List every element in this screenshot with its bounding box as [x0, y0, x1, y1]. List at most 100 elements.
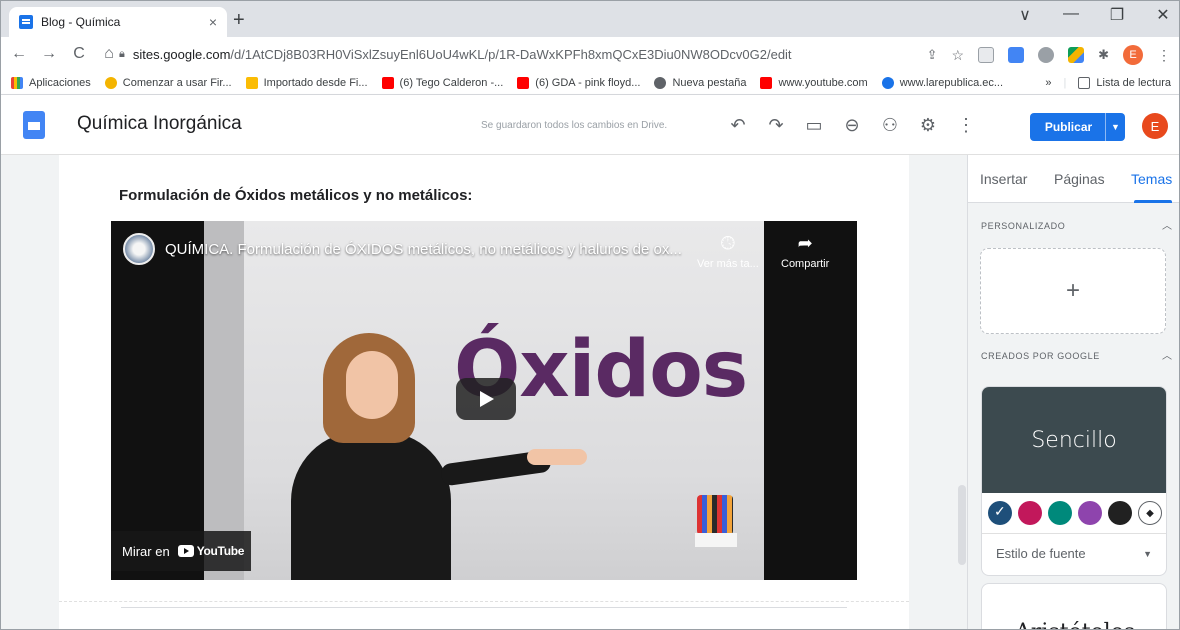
publish-dropdown-icon[interactable]: ▼: [1105, 113, 1125, 141]
window-controls: ∨ — ❐ ✕: [1015, 5, 1173, 25]
youtube-icon: [381, 76, 394, 89]
tab-close-icon[interactable]: ×: [209, 14, 217, 30]
share-label: Compartir: [781, 258, 830, 270]
extensions-puzzle-icon[interactable]: ✱: [1098, 47, 1109, 63]
home-icon[interactable]: ⌂: [97, 45, 121, 63]
extension-gray-icon[interactable]: [1038, 47, 1055, 63]
section-google-label: CREADOS POR GOOGLE: [981, 351, 1100, 361]
browser-menu-icon[interactable]: ⋮: [1157, 47, 1171, 64]
share-video-button[interactable]: ➦ Compartir: [781, 233, 829, 270]
browser-window: Blog - Química × + ∨ — ❐ ✕ ← → C ⌂ 🔒︎ si…: [0, 0, 1180, 630]
bookmark-larepublica[interactable]: www.larepublica.ec...: [881, 76, 1003, 89]
tab-search-icon[interactable]: ∨: [1015, 5, 1035, 25]
url-path: /d/1AtCDj8B03RH0ViSxlZsuyEnl6UoU4wKL/p/1…: [230, 46, 792, 62]
back-icon[interactable]: ←: [7, 45, 31, 63]
collapse-google-icon[interactable]: ︿: [1162, 347, 1172, 362]
site-icon: [881, 76, 894, 89]
restore-button[interactable]: ❐: [1107, 5, 1127, 25]
new-tab-button[interactable]: +: [233, 9, 245, 32]
section-custom-label: PERSONALIZADO: [981, 221, 1066, 231]
firebase-icon: [104, 76, 117, 89]
swatch-purple[interactable]: [1078, 501, 1102, 525]
bookmark-youtube[interactable]: www.youtube.com: [760, 76, 868, 89]
horizontal-line: [121, 607, 847, 608]
settings-icon[interactable]: ⚙: [909, 111, 947, 139]
editor-canvas: Formulación de Óxidos metálicos y no met…: [1, 155, 967, 629]
tab-title: Blog - Química: [41, 15, 121, 29]
profile-avatar[interactable]: E: [1123, 45, 1143, 65]
save-status: Se guardaron todos los cambios en Drive.: [481, 120, 668, 131]
extension-doc-icon[interactable]: [978, 47, 995, 63]
bookmark-imported[interactable]: Importado desde Fi...: [245, 76, 368, 89]
drive-icon[interactable]: [1068, 47, 1085, 63]
clock-icon: 🕓︎: [720, 233, 735, 253]
minimize-button[interactable]: —: [1061, 5, 1081, 25]
extension-blue-icon[interactable]: [1008, 47, 1025, 63]
watch-on-label: Mirar en: [122, 543, 170, 559]
markers: [697, 495, 733, 535]
custom-color-icon[interactable]: ◆: [1138, 501, 1162, 525]
canvas-scrollbar[interactable]: [958, 485, 966, 565]
add-custom-theme-button[interactable]: +: [980, 248, 1166, 334]
more-bookmarks-button[interactable]: »: [1045, 77, 1051, 89]
bookmarks-bar: Aplicaciones Comenzar a usar Fir... Impo…: [1, 71, 1179, 95]
play-button[interactable]: [456, 378, 516, 420]
section-title[interactable]: Formulación de Óxidos metálicos y no met…: [119, 187, 472, 204]
swatch-navy[interactable]: [988, 501, 1012, 525]
tab-insertar[interactable]: Insertar: [980, 171, 1027, 187]
reading-list-button[interactable]: Lista de lectura: [1078, 76, 1171, 89]
collapse-custom-icon[interactable]: ︿: [1162, 217, 1172, 232]
marker-tray: [695, 533, 737, 547]
theme-card-sencillo[interactable]: Sencillo ◆ Estilo de fuente ▼: [981, 386, 1167, 576]
youtube-embed[interactable]: Óxidos QUÍMICA. Formulación de ÓXIDOS me…: [111, 221, 857, 580]
link-icon[interactable]: ⊖: [833, 111, 871, 139]
theme-card-aristoteles[interactable]: Aristóteles: [981, 583, 1167, 629]
site-title[interactable]: Química Inorgánica: [77, 113, 242, 135]
bookmark-gda[interactable]: (6) GDA - pink floyd...: [517, 76, 640, 89]
swatch-pink[interactable]: [1018, 501, 1042, 525]
bookmark-new-tab[interactable]: Nueva pestaña: [654, 76, 746, 89]
lock-icon[interactable]: 🔒︎: [119, 48, 125, 61]
bookmark-star-icon[interactable]: ☆: [952, 47, 965, 64]
account-avatar[interactable]: E: [1142, 113, 1168, 139]
bookmark-firebase[interactable]: Comenzar a usar Fir...: [104, 76, 232, 89]
address-bar[interactable]: 🔒︎ sites.google.com/d/1AtCDj8B03RH0ViSxl…: [119, 41, 989, 67]
bookmark-apps[interactable]: Aplicaciones: [11, 76, 91, 89]
youtube-icon: [517, 76, 530, 89]
swatch-black[interactable]: [1108, 501, 1132, 525]
publish-label: Publicar: [1044, 120, 1093, 134]
share-icon[interactable]: ⚇: [871, 111, 909, 139]
presenter-face: [346, 351, 398, 419]
theme-name: Aristóteles: [982, 620, 1166, 629]
browser-toolbar: ← → C ⌂ 🔒︎ sites.google.com/d/1AtCDj8B03…: [1, 37, 1179, 71]
font-style-dropdown[interactable]: Estilo de fuente ▼: [982, 533, 1166, 573]
publish-button[interactable]: Publicar ▼: [1030, 113, 1125, 141]
video-title[interactable]: QUÍMICA. Formulación de ÓXIDOS metálicos…: [165, 241, 682, 258]
color-swatches: ◆: [982, 493, 1166, 525]
bookmark-tego[interactable]: (6) Tego Calderon -...: [381, 76, 503, 89]
redo-icon[interactable]: ↷: [757, 111, 795, 139]
close-window-button[interactable]: ✕: [1153, 5, 1173, 25]
reload-icon[interactable]: C: [67, 45, 91, 63]
tab-temas[interactable]: Temas: [1131, 171, 1172, 187]
undo-icon[interactable]: ↶: [719, 111, 757, 139]
bookmark-separator: |: [1063, 76, 1067, 89]
share-arrow-icon: ➦: [797, 233, 813, 253]
preview-icon[interactable]: ▭: [795, 111, 833, 139]
swatch-teal[interactable]: [1048, 501, 1072, 525]
channel-avatar[interactable]: [123, 233, 155, 265]
tab-paginas[interactable]: Páginas: [1054, 171, 1105, 187]
watch-later-button[interactable]: 🕓︎ Ver más ta...: [697, 233, 759, 270]
browser-tab[interactable]: Blog - Química ×: [9, 7, 227, 37]
page-content: Formulación de Óxidos metálicos y no met…: [59, 155, 909, 629]
more-icon[interactable]: ⋮: [947, 111, 985, 139]
google-sites-logo-icon[interactable]: [23, 111, 45, 139]
forward-icon[interactable]: →: [37, 45, 61, 63]
presenter-body: [291, 431, 451, 580]
share-page-icon[interactable]: ⇪: [927, 47, 938, 63]
tab-strip: Blog - Química × + ∨ — ❐ ✕: [1, 1, 1179, 37]
watch-on-youtube-button[interactable]: Mirar en YouTube: [111, 531, 251, 571]
sites-favicon-icon: [19, 15, 33, 29]
themes-list: PERSONALIZADO ︿ + CREADOS POR GOOGLE ︿ S…: [968, 203, 1179, 629]
dropdown-arrow-icon: ▼: [1143, 548, 1152, 559]
